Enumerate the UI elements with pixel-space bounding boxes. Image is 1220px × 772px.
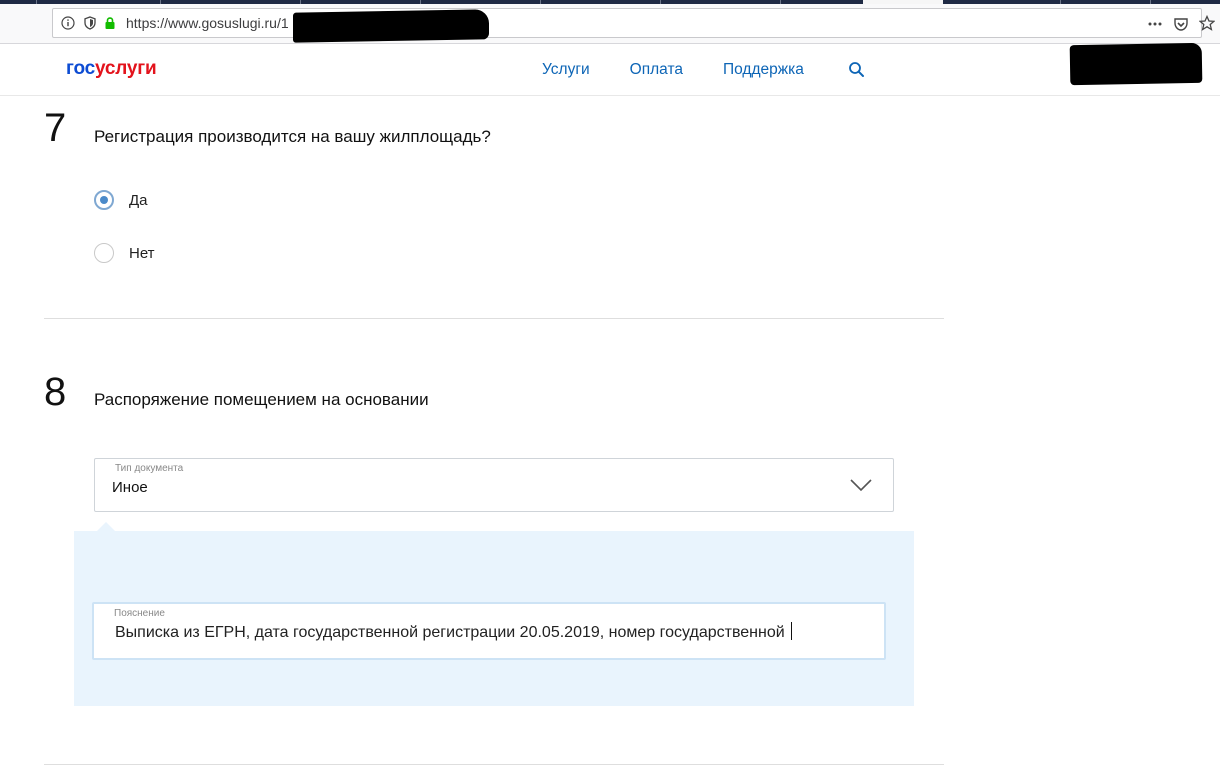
redaction-mark <box>293 9 489 43</box>
question-number: 7 <box>44 106 67 150</box>
site-header: госуслуги Услуги Оплата Поддержка <box>0 42 1220 96</box>
text-caret <box>790 622 792 640</box>
radio-label: Да <box>129 191 148 209</box>
lock-icon[interactable] <box>103 16 117 30</box>
nav-link-services[interactable]: Услуги <box>542 61 590 79</box>
nav-link-payment[interactable]: Оплата <box>630 61 683 79</box>
question-number: 8 <box>44 370 67 414</box>
page-actions-icon[interactable] <box>1147 16 1163 32</box>
explanation-input[interactable]: Пояснение Выписка из ЕГРН, дата государс… <box>92 602 886 660</box>
document-type-select[interactable]: Тип документа Иное <box>94 458 894 512</box>
radio-checked-icon[interactable] <box>94 190 114 210</box>
address-bar[interactable]: https://www.gosuslugi.ru/1 <box>52 8 1215 43</box>
section-divider <box>44 764 944 765</box>
logo-part-uslugi: услуги <box>95 58 157 79</box>
select-label: Тип документа <box>115 463 184 474</box>
pocket-icon[interactable] <box>1173 16 1189 32</box>
redaction-mark <box>1069 42 1203 86</box>
question-title: Регистрация производится на вашу жилплощ… <box>94 127 491 146</box>
input-text: Выписка из ЕГРН, дата государственной ре… <box>115 624 785 641</box>
search-icon[interactable] <box>848 61 866 79</box>
shield-icon[interactable] <box>83 16 97 30</box>
gosuslugi-logo[interactable]: госуслуги <box>66 58 157 80</box>
radio-label: Нет <box>129 244 155 262</box>
input-value: Выписка из ЕГРН, дата государственной ре… <box>115 622 792 642</box>
radio-option-yes[interactable]: Да <box>94 190 148 210</box>
main-nav: Услуги Оплата Поддержка <box>542 61 804 79</box>
info-icon[interactable] <box>61 16 75 30</box>
radio-option-no[interactable]: Нет <box>94 243 155 263</box>
select-value: Иное <box>112 479 148 496</box>
browser-toolbar: https://www.gosuslugi.ru/1 <box>0 4 1220 44</box>
input-label: Пояснение <box>114 608 165 619</box>
bookmark-star-icon[interactable] <box>1199 15 1215 31</box>
question-title: Распоряжение помещением на основании <box>94 390 429 409</box>
nav-link-support[interactable]: Поддержка <box>723 61 804 79</box>
logo-part-gos: гос <box>66 58 95 79</box>
radio-unchecked-icon[interactable] <box>94 243 114 263</box>
url-text[interactable]: https://www.gosuslugi.ru/1 <box>126 15 289 31</box>
section-divider <box>44 318 944 319</box>
chevron-down-icon[interactable] <box>849 475 873 495</box>
